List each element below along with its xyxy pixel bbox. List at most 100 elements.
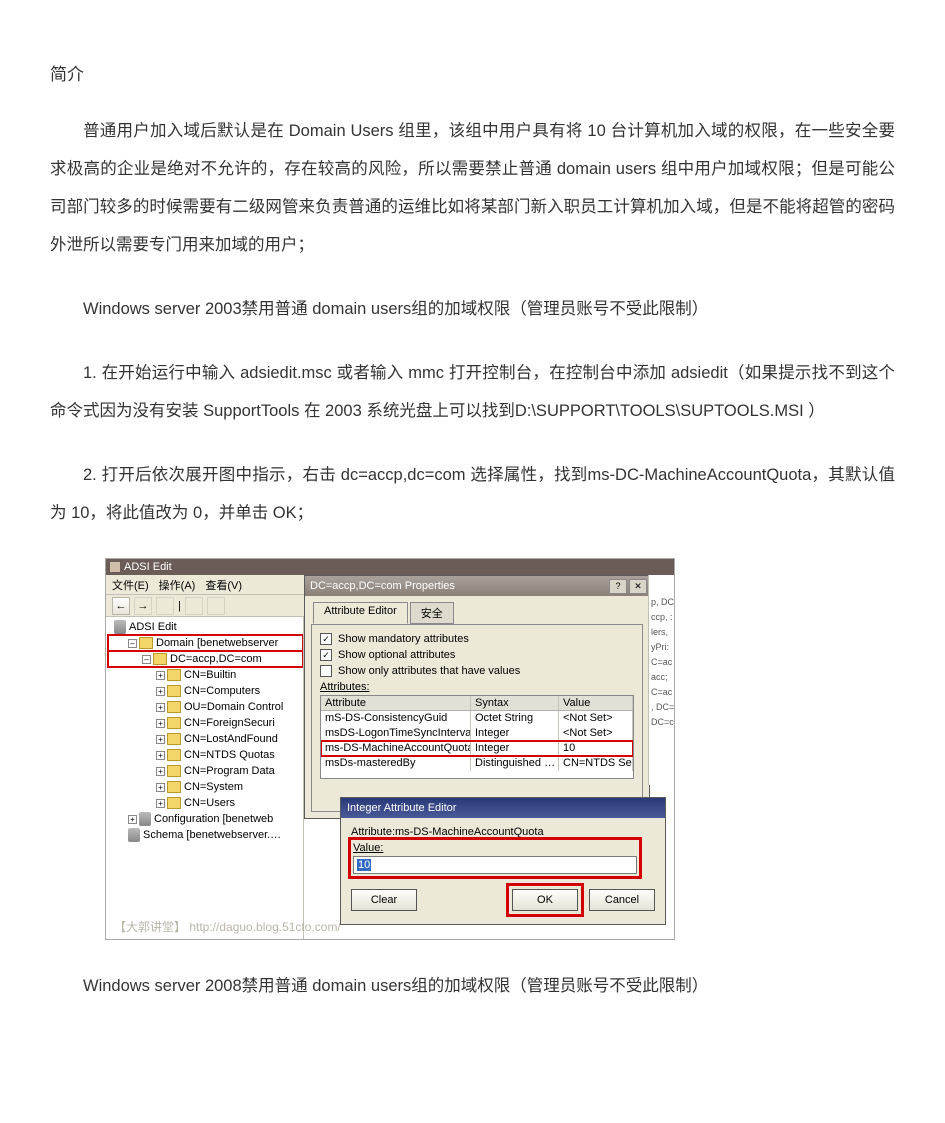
help-button[interactable]: ?: [609, 579, 627, 594]
toolbar-button[interactable]: [156, 597, 174, 615]
tree-item[interactable]: + CN=NTDS Quotas: [108, 747, 303, 763]
collapse-icon[interactable]: –: [128, 639, 137, 648]
expand-icon[interactable]: +: [156, 767, 165, 776]
menu-action[interactable]: 操作(A): [159, 577, 196, 593]
checkbox-mandatory[interactable]: ✓Show mandatory attributes: [320, 633, 634, 645]
expand-icon[interactable]: +: [128, 815, 137, 824]
checkbox-label: Show only attributes that have values: [338, 665, 520, 677]
integer-editor-title: Integer Attribute Editor: [341, 798, 665, 818]
tree-config[interactable]: +Configuration [benetweb: [108, 811, 303, 827]
clear-button[interactable]: Clear: [351, 889, 417, 911]
properties-dialog: DC=accp,DC=com Properties ? ✕ Attribute …: [304, 575, 650, 819]
folder-icon: [167, 781, 181, 793]
cancel-button[interactable]: Cancel: [589, 889, 655, 911]
table-row[interactable]: mS-DS-ConsistencyGuidOctet String<Not Se…: [321, 711, 633, 726]
tree-label: ADSI Edit: [129, 621, 177, 633]
checkbox-label: Show optional attributes: [338, 649, 455, 661]
tree-item[interactable]: + CN=ForeignSecuri: [108, 715, 303, 731]
tree-label: Schema [benetwebserver.…: [143, 829, 281, 841]
col-value[interactable]: Value: [559, 696, 633, 710]
tab-security[interactable]: 安全: [410, 602, 454, 624]
value-label: Value:: [353, 842, 637, 854]
folder-icon: [139, 637, 153, 649]
cell: Integer: [471, 741, 559, 756]
expand-icon[interactable]: +: [156, 703, 165, 712]
properties-titlebar: DC=accp,DC=com Properties ? ✕: [305, 576, 649, 596]
expand-icon[interactable]: +: [156, 735, 165, 744]
col-syntax[interactable]: Syntax: [471, 696, 559, 710]
expand-icon[interactable]: +: [156, 671, 165, 680]
folder-icon: [153, 653, 167, 665]
list-item: ccp, :: [649, 612, 674, 627]
table-row[interactable]: msDS-LogonTimeSyncIntervalInteger<Not Se…: [321, 726, 633, 741]
tree-label: CN=ForeignSecuri: [184, 717, 275, 729]
tree-label: DC=accp,DC=com: [170, 653, 262, 665]
expand-icon[interactable]: +: [156, 751, 165, 760]
expand-icon[interactable]: +: [156, 799, 165, 808]
cell: msDS-LogonTimeSyncInterval: [321, 726, 471, 741]
cell: mS-DS-ConsistencyGuid: [321, 711, 471, 726]
tree-item[interactable]: + CN=Program Data: [108, 763, 303, 779]
checkbox-icon: ✓: [320, 633, 332, 645]
tree-item[interactable]: + OU=Domain Control: [108, 699, 303, 715]
folder-icon: [167, 701, 181, 713]
tree-root[interactable]: ADSI Edit: [108, 619, 303, 635]
container-icon: [128, 828, 140, 842]
tree-label: CN=Program Data: [184, 765, 275, 777]
table-row-highlighted[interactable]: ms-DS-MachineAccountQuotaInteger10: [321, 741, 633, 756]
window-title: ADSI Edit: [124, 561, 172, 573]
tabs: Attribute Editor 安全: [305, 596, 649, 624]
tree-item[interactable]: +CN=LostAndFound: [108, 731, 303, 747]
tree-label: CN=Computers: [184, 685, 260, 697]
watermark-credit: 【大郭讲堂】 http://daguo.blog.51cto.com/: [114, 918, 341, 935]
tree-label: CN=NTDS Quotas: [184, 749, 275, 761]
adsi-edit-screenshot: ADSI Edit 文件(E) 操作(A) 查看(V) ← → | ADSI E…: [105, 558, 675, 940]
list-item: C=ac: [649, 687, 674, 702]
cell: Distinguished …: [471, 756, 559, 771]
col-attribute[interactable]: Attribute: [321, 696, 471, 710]
ok-button[interactable]: OK: [512, 889, 578, 911]
tree-item[interactable]: + CN=Computers: [108, 683, 303, 699]
table-row[interactable]: msDs-masteredByDistinguished …CN=NTDS Se…: [321, 756, 633, 771]
toolbar-button[interactable]: [207, 597, 225, 615]
expand-icon[interactable]: +: [156, 719, 165, 728]
tree-item[interactable]: + CN=Users: [108, 795, 303, 811]
tree-label: OU=Domain Control: [184, 701, 283, 713]
list-item: , DC=: [649, 702, 674, 717]
toolbar-button[interactable]: [185, 597, 203, 615]
tree-item[interactable]: +CN=Builtin: [108, 667, 303, 683]
folder-icon: [167, 733, 181, 745]
tree-label: CN=Users: [184, 797, 235, 809]
dialog-layer: DC=accp,DC=com Properties ? ✕ Attribute …: [304, 617, 674, 939]
list-item: yPri:: [649, 642, 674, 657]
tab-attribute-editor[interactable]: Attribute Editor: [313, 602, 408, 624]
expand-icon[interactable]: +: [156, 687, 165, 696]
cell: <Not Set>: [559, 726, 633, 741]
window-icon: [110, 562, 120, 572]
cell: CN=NTDS Setting…: [559, 756, 633, 771]
cell: Integer: [471, 726, 559, 741]
list-item: C=ac: [649, 657, 674, 672]
checkbox-optional[interactable]: ✓Show optional attributes: [320, 649, 634, 661]
tree-domain[interactable]: – Domain [benetwebserver: [108, 635, 303, 651]
checkbox-hasvalues[interactable]: Show only attributes that have values: [320, 665, 634, 677]
adsi-icon: [114, 620, 126, 634]
collapse-icon[interactable]: –: [142, 655, 151, 664]
tree-item[interactable]: +CN=System: [108, 779, 303, 795]
folder-icon: [167, 765, 181, 777]
integer-editor-buttons: Clear OK Cancel: [351, 886, 655, 914]
checkbox-icon: [320, 665, 332, 677]
close-button[interactable]: ✕: [629, 579, 647, 594]
nav-forward-button[interactable]: →: [134, 597, 152, 615]
menu-file[interactable]: 文件(E): [112, 577, 149, 593]
tree-dc[interactable]: – DC=accp,DC=com: [108, 651, 303, 667]
nav-back-button[interactable]: ←: [112, 597, 130, 615]
arrow-left-icon: ←: [116, 600, 127, 612]
container-icon: [139, 812, 151, 826]
menu-view[interactable]: 查看(V): [205, 577, 242, 593]
value-input[interactable]: 10: [353, 856, 637, 874]
folder-icon: [167, 669, 181, 681]
attribute-line: Attribute:ms-DS-MachineAccountQuota: [351, 826, 655, 838]
tree-schema[interactable]: Schema [benetwebserver.…: [108, 827, 303, 843]
expand-icon[interactable]: +: [156, 783, 165, 792]
